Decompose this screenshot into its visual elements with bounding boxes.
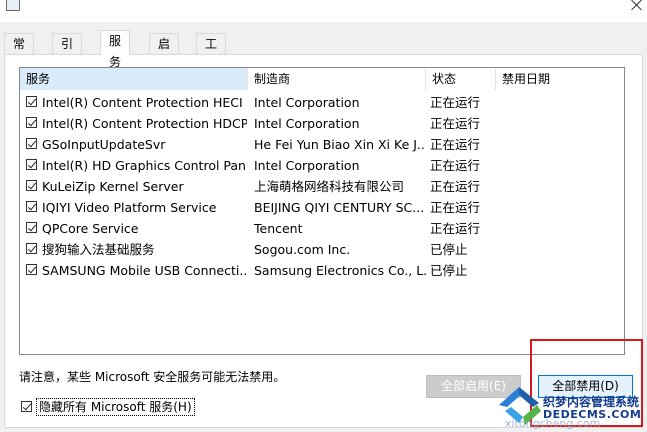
service-disable-date [502,239,622,260]
service-checkbox[interactable] [26,243,37,254]
service-disable-date [502,92,622,113]
service-row[interactable]: QPCore Service Tencent 正在运行 [20,218,624,239]
service-name: KuLeiZip Kernel Server [42,179,184,194]
column-header-manufacturer[interactable]: 制造商 [248,68,426,90]
app-icon [6,0,20,11]
tab-services[interactable]: 服务 [100,30,131,69]
close-icon[interactable] [631,0,643,12]
service-disable-date [502,134,622,155]
service-name: 搜狗输入法基础服务 [42,242,155,257]
service-disable-date [502,176,622,197]
service-disable-date [502,113,622,134]
column-header-status[interactable]: 状态 [426,68,496,90]
service-row[interactable]: Intel(R) Content Protection HECI ... Inte… [20,92,624,113]
service-disable-date [502,260,622,281]
column-header-service[interactable]: 服务 [20,68,248,90]
service-disable-date [502,197,622,218]
service-manufacturer: He Fei Yun Biao Xin Xi Ke J... [254,137,426,152]
service-row[interactable]: Intel(R) Content Protection HDCP... Intel… [20,113,624,134]
service-status: 已停止 [430,263,468,278]
tab-startup[interactable]: 启动 [149,33,180,72]
service-name: Intel(R) HD Graphics Control Pan... [42,158,247,173]
service-checkbox[interactable] [26,222,37,233]
service-row[interactable]: Intel(R) HD Graphics Control Pan... Intel… [20,155,624,176]
title-bar [0,0,647,22]
service-manufacturer: Samsung Electronics Co., L... [254,263,426,278]
column-header-disable-date[interactable]: 禁用日期 [496,68,624,90]
service-manufacturer: BEIJING QIYI CENTURY SC... [254,200,425,215]
service-status: 正在运行 [430,158,481,173]
service-status: 正在运行 [430,116,481,131]
disable-all-button[interactable]: 全部禁用(D) [538,375,633,398]
service-name: GSoInputUpdateSvr [42,137,166,152]
tab-tools[interactable]: 工具 [196,33,227,72]
service-name: QPCore Service [42,221,139,236]
tab-boot[interactable]: 引导 [52,33,83,72]
service-name: SAMSUNG Mobile USB Connecti... [42,263,247,278]
service-disable-date [502,155,622,176]
service-status: 已停止 [430,242,468,257]
service-checkbox[interactable] [26,159,37,170]
tab-general[interactable]: 常规 [4,33,35,72]
enable-all-button[interactable]: 全部启用(E) [426,375,521,398]
service-checkbox[interactable] [26,117,37,128]
service-status: 正在运行 [430,221,481,236]
microsoft-services-note: 请注意，某些 Microsoft 安全服务可能无法禁用。 [19,370,286,384]
service-row[interactable]: GSoInputUpdateSvr He Fei Yun Biao Xin Xi … [20,134,624,155]
service-checkbox[interactable] [26,138,37,149]
service-status: 正在运行 [430,200,481,215]
services-panel: 服务 制造商 状态 禁用日期 Intel(R) Content Protecti… [4,54,643,428]
service-manufacturer: Intel Corporation [254,158,360,173]
service-row[interactable]: KuLeiZip Kernel Server 上海萌格网络科技有限公司 正在运行 [20,176,624,197]
services-list[interactable]: 服务 制造商 状态 禁用日期 Intel(R) Content Protecti… [19,67,625,355]
hide-microsoft-services-checkbox[interactable] [21,401,32,412]
service-status: 正在运行 [430,179,481,194]
service-checkbox[interactable] [26,264,37,275]
service-row[interactable]: 搜狗输入法基础服务 Sogou.com Inc. 已停止 [20,239,624,260]
service-manufacturer: 上海萌格网络科技有限公司 [254,179,405,194]
service-row[interactable]: IQIYI Video Platform Service BEIJING QIYI… [20,197,624,218]
service-disable-date [502,218,622,239]
service-manufacturer: Intel Corporation [254,116,360,131]
service-status: 正在运行 [430,95,481,110]
service-name: Intel(R) Content Protection HECI ... [42,95,247,110]
service-manufacturer: Intel Corporation [254,95,360,110]
service-manufacturer: Sogou.com Inc. [254,242,351,257]
service-name: IQIYI Video Platform Service [42,200,217,215]
service-checkbox[interactable] [26,96,37,107]
hide-microsoft-services-label[interactable]: 隐藏所有 Microsoft 服务(H) [36,398,195,416]
service-manufacturer: Tencent [254,221,303,236]
service-checkbox[interactable] [26,180,37,191]
service-name: Intel(R) Content Protection HDCP... [42,116,247,131]
service-checkbox[interactable] [26,201,37,212]
service-row[interactable]: SAMSUNG Mobile USB Connecti... Samsung El… [20,260,624,281]
service-status: 正在运行 [430,137,481,152]
